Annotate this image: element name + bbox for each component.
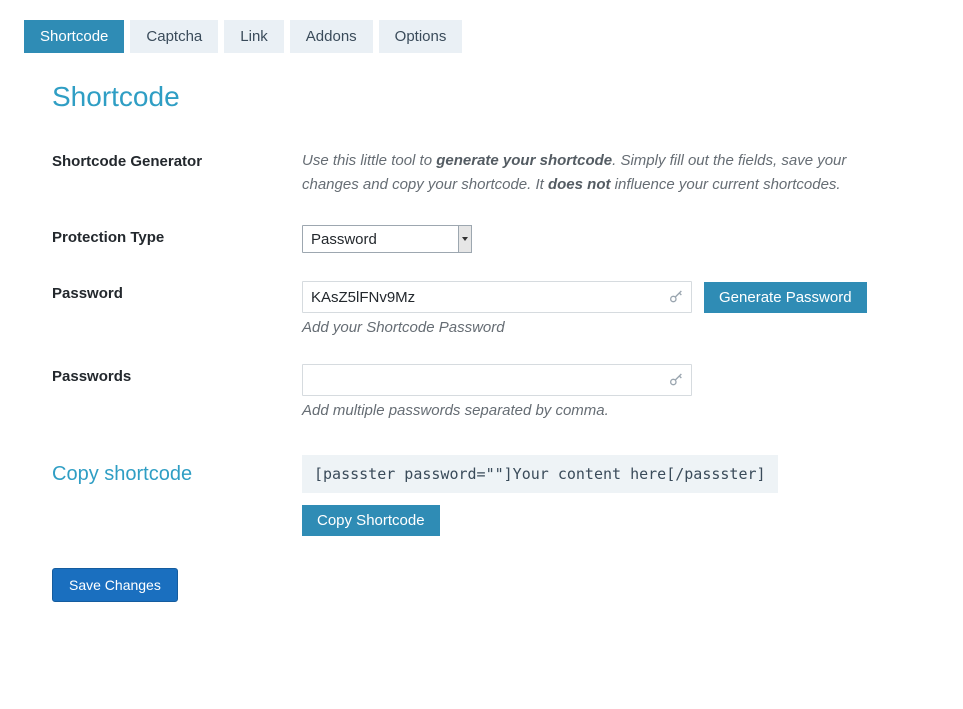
passwords-helper: Add multiple passwords separated by comm…: [302, 402, 902, 419]
generator-desc-bold1: generate your shortcode: [436, 152, 612, 169]
protection-type-select[interactable]: Password: [302, 225, 472, 253]
password-label: Password: [52, 281, 302, 302]
generator-desc-post: influence your current shortcodes.: [610, 176, 840, 193]
save-changes-button[interactable]: Save Changes: [52, 568, 178, 602]
password-helper: Add your Shortcode Password: [302, 319, 902, 336]
passwords-label: Passwords: [52, 364, 302, 385]
section-title: Shortcode: [52, 81, 939, 113]
copy-shortcode-heading: Copy shortcode: [52, 455, 302, 486]
tab-shortcode[interactable]: Shortcode: [24, 20, 124, 53]
tab-link[interactable]: Link: [224, 20, 284, 53]
generator-label: Shortcode Generator: [52, 149, 302, 170]
passwords-input[interactable]: [302, 364, 692, 396]
tab-captcha[interactable]: Captcha: [130, 20, 218, 53]
tab-options[interactable]: Options: [379, 20, 463, 53]
generator-desc-bold2: does not: [548, 176, 611, 193]
password-input[interactable]: [302, 281, 692, 313]
copy-shortcode-button[interactable]: Copy Shortcode: [302, 505, 440, 536]
shortcode-code: [passster password=""]Your content here[…: [302, 455, 778, 493]
generator-desc-pre: Use this little tool to: [302, 152, 436, 169]
generator-description: Use this little tool to generate your sh…: [302, 149, 902, 197]
tab-addons[interactable]: Addons: [290, 20, 373, 53]
protection-type-label: Protection Type: [52, 225, 302, 246]
tab-bar: Shortcode Captcha Link Addons Options: [24, 20, 939, 53]
generate-password-button[interactable]: Generate Password: [704, 282, 867, 313]
